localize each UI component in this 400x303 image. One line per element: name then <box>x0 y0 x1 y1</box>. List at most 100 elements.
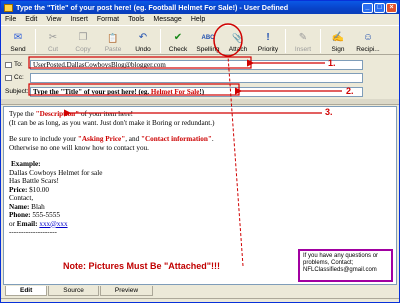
toolbar-separator <box>35 29 36 53</box>
price-value: $10.00 <box>27 185 49 194</box>
paste-button[interactable]: 📋 Paste <box>98 26 128 55</box>
sign-button[interactable]: ✍ Sign <box>323 26 353 55</box>
to-field[interactable]: UserPosted.DallasCowboysBlog@blogger.com <box>30 59 363 70</box>
cc-field[interactable] <box>30 72 363 83</box>
menu-insert[interactable]: Insert <box>70 16 88 23</box>
sign-label: Sign <box>331 46 345 53</box>
divider-line: -------------------- <box>9 228 57 236</box>
check-names-button[interactable]: ✔ Check <box>163 26 193 55</box>
body-line: Otherwise no one will know how to contac… <box>9 143 149 152</box>
note-text: Note: Pictures Must Be "Attached"!!! <box>63 261 220 271</box>
tab-edit[interactable]: Edit <box>5 286 48 296</box>
phone-value: 555-5555 <box>30 211 60 219</box>
name-label: Name: <box>9 202 30 211</box>
to-label-button[interactable]: To: <box>1 61 29 68</box>
spelling-button[interactable]: ABC Spelling <box>193 26 223 55</box>
insert-label: Insert <box>294 46 312 53</box>
sign-icon: ✍ <box>331 32 345 43</box>
check-label: Check <box>168 46 188 53</box>
tab-source[interactable]: Source <box>48 286 99 296</box>
subject-highlight: Helmet For Sale <box>150 87 200 96</box>
tab-preview[interactable]: Preview <box>99 286 154 296</box>
scissors-icon: ✂ <box>48 32 58 43</box>
title-bar[interactable]: Type the "Title" of your post here! (eg.… <box>1 1 399 14</box>
address-book-icon <box>5 74 12 81</box>
info-line: problems, Contact; <box>303 260 354 266</box>
email-line: or Email: xxx@xxx <box>9 220 391 229</box>
body-highlight: "Contact information" <box>140 135 212 143</box>
toolbar: ✉ Send ✂ Cut ❐ Copy 📋 Paste ↶ Undo ✔ Che… <box>1 25 399 55</box>
body-text: Type the <box>9 110 36 118</box>
annotation-2: 2. <box>346 86 354 96</box>
minimize-button[interactable]: _ <box>362 2 373 13</box>
window-title: Type the "Title" of your post here! (eg.… <box>16 3 289 12</box>
recipients-icon: ☺ <box>362 32 374 43</box>
copy-button[interactable]: ❐ Copy <box>68 26 98 55</box>
cc-label-button[interactable]: Cc: <box>1 74 29 81</box>
body-line: Contact, <box>9 194 34 202</box>
menu-tools[interactable]: Tools <box>128 16 144 23</box>
address-book-icon <box>5 61 12 68</box>
menu-view[interactable]: View <box>46 16 61 23</box>
menu-file[interactable]: File <box>5 16 16 23</box>
menu-format[interactable]: Format <box>97 16 119 23</box>
info-email: NFLClassifieds@gmail.com <box>303 267 377 273</box>
to-label: To: <box>14 61 23 68</box>
name-line: Name: Blah <box>9 203 391 212</box>
email-link[interactable]: xxx@xxx <box>39 220 67 228</box>
menu-help[interactable]: Help <box>191 16 205 23</box>
body-text: of your item here! <box>79 110 134 118</box>
undo-button[interactable]: ↶ Undo <box>128 26 158 55</box>
menu-edit[interactable]: Edit <box>25 16 37 23</box>
info-line: If you have any questions or <box>303 253 379 259</box>
body-line: Be sure to include your "Asking Price", … <box>9 135 391 144</box>
close-button[interactable]: × <box>386 2 397 13</box>
to-row: To: UserPosted.DallasCowboysBlog@blogger… <box>1 59 399 70</box>
subject-row: Subject: Type the "Title" of your post h… <box>1 86 399 97</box>
subject-text-end: !) <box>199 87 205 96</box>
cc-row: Cc: <box>1 72 399 83</box>
recipients-button[interactable]: ☺ Recipi... <box>353 26 383 55</box>
paste-icon: 📋 <box>107 33 119 43</box>
cut-button[interactable]: ✂ Cut <box>38 26 68 55</box>
send-icon: ✉ <box>13 32 23 43</box>
check-names-icon: ✔ <box>173 32 183 43</box>
status-bar <box>1 298 399 303</box>
formatting-bar <box>1 99 399 105</box>
priority-label: Priority <box>257 46 279 53</box>
toolbar-separator <box>320 29 321 53</box>
send-button[interactable]: ✉ Send <box>3 26 33 55</box>
insert-button[interactable]: ✎ Insert <box>288 26 318 55</box>
phone-line: Phone: 555-5555 <box>9 211 391 220</box>
body-line: Dallas Cowboys Helmet for sale <box>9 168 103 177</box>
compose-window: Type the "Title" of your post here! (eg.… <box>0 0 400 303</box>
body-line: (It can be as long, as you want. Just do… <box>9 118 215 127</box>
note-label: Note: <box>63 261 86 271</box>
annotation-3: 3. <box>325 107 333 117</box>
copy-icon: ❐ <box>78 32 88 43</box>
body-highlight: "Description" <box>35 110 80 118</box>
recipients-label: Recipi... <box>356 46 380 53</box>
attach-button[interactable]: 📎 Attach <box>223 26 253 55</box>
subject-field[interactable]: Type the "Title" of your post here! (eg.… <box>30 86 363 97</box>
paperclip-icon: 📎 <box>232 33 244 43</box>
attach-label: Attach <box>228 46 248 53</box>
body-text: Be sure to include your <box>9 135 78 143</box>
compose-message-icon <box>4 3 13 12</box>
maximize-button[interactable]: □ <box>374 2 385 13</box>
spelling-label: Spelling <box>196 46 220 53</box>
body-text: or <box>9 219 17 228</box>
cut-label: Cut <box>47 46 59 53</box>
body-text: . <box>211 135 214 143</box>
body-text: , and <box>125 135 141 143</box>
priority-button[interactable]: ! Priority <box>253 26 283 55</box>
paste-label: Paste <box>104 46 122 53</box>
name-value: Blah <box>29 202 45 211</box>
view-tabs: Edit Source Preview <box>1 286 399 298</box>
priority-icon: ! <box>266 32 270 43</box>
body-line: Has Battle Scars! <box>9 177 59 185</box>
price-label: Price: <box>9 185 28 194</box>
copy-label: Copy <box>75 46 91 53</box>
cc-label: Cc: <box>14 74 24 81</box>
menu-message[interactable]: Message <box>153 16 181 23</box>
